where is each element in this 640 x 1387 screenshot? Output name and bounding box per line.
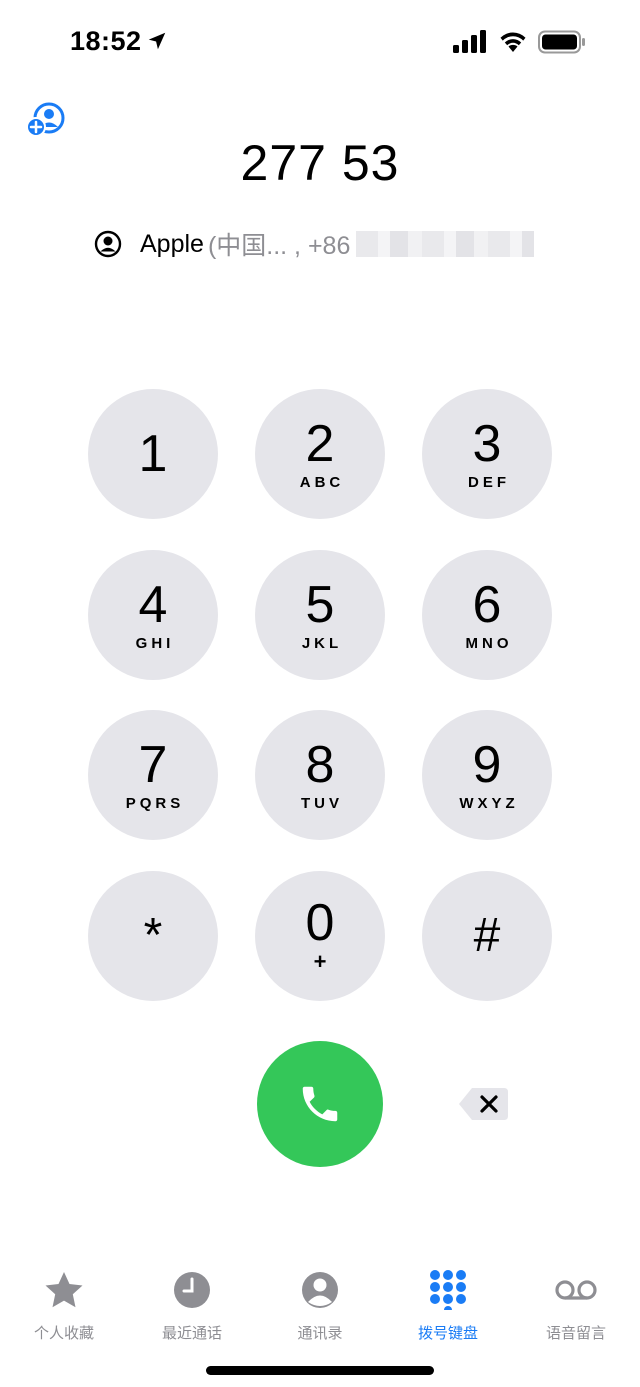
key-digit: 1: [138, 425, 168, 483]
tab-label: 个人收藏: [33, 1325, 94, 1342]
key-8[interactable]: 8 TUV: [255, 710, 385, 840]
key-letters: WXYZ: [459, 794, 519, 812]
key-digit: 0: [305, 894, 335, 952]
add-contact-icon[interactable]: [26, 102, 66, 138]
key-letters: PQRS: [125, 794, 185, 812]
person-circle-icon: [94, 230, 122, 258]
key-letters: +: [313, 949, 327, 974]
status-bar: 18:52: [0, 0, 640, 90]
dialed-number: 277 53: [240, 135, 400, 191]
location-arrow-icon: [148, 32, 166, 50]
keypad: 1 2 ABC 3 DEF 4 GHI 5 JKL 6 MNO 7 PQRS 8…: [88, 389, 552, 1001]
key-letters: GHI: [135, 634, 175, 652]
keypad-icon: [430, 1270, 466, 1310]
key-1[interactable]: 1: [88, 389, 218, 519]
key-digit: 4: [138, 575, 168, 634]
key-letters: JKL: [301, 634, 343, 652]
key-digit: *: [143, 909, 163, 962]
key-letters: MNO: [465, 634, 513, 652]
suggestion-name: Apple: [140, 229, 204, 258]
tab-label: 拨号键盘: [417, 1325, 478, 1342]
contact-suggestion[interactable]: Apple (中国... , +86: [94, 226, 535, 262]
voicemail-icon: [555, 1280, 597, 1300]
suggestion-detail: (中国... , +86: [207, 232, 351, 260]
tab-label: 最近通话: [161, 1325, 222, 1342]
key-digit: 6: [472, 575, 502, 634]
key-digit: 9: [472, 735, 502, 794]
key-letters: TUV: [301, 794, 343, 812]
wifi-icon: [500, 32, 526, 52]
key-letters: DEF: [468, 473, 510, 491]
battery-icon: [538, 30, 585, 54]
clock-icon: [174, 1272, 210, 1308]
key-digit: #: [473, 909, 501, 962]
tab-recents[interactable]: 最近通话: [128, 1270, 256, 1343]
key-0[interactable]: 0 +: [255, 871, 385, 1001]
delete-backspace-icon[interactable]: [458, 1086, 510, 1122]
redacted-number: [356, 231, 535, 257]
tab-favorites[interactable]: 个人收藏: [0, 1270, 128, 1343]
key-6[interactable]: 6 MNO: [422, 550, 552, 680]
key-2[interactable]: 2 ABC: [255, 389, 385, 519]
cellular-signal-icon: [453, 30, 486, 53]
key-9[interactable]: 9 WXYZ: [422, 710, 552, 840]
contacts-icon: [302, 1272, 338, 1308]
tab-keypad[interactable]: 拨号键盘: [384, 1270, 512, 1343]
key-digit: 3: [472, 414, 502, 473]
key-star[interactable]: *: [88, 871, 218, 1001]
key-letters: ABC: [299, 473, 345, 491]
status-time: 18:52: [70, 26, 142, 56]
tab-voicemail[interactable]: 语音留言: [512, 1270, 640, 1343]
phone-icon: [302, 1086, 338, 1122]
key-7[interactable]: 7 PQRS: [88, 710, 218, 840]
tab-label: 语音留言: [545, 1325, 606, 1342]
key-4[interactable]: 4 GHI: [88, 550, 218, 680]
home-indicator: [206, 1366, 434, 1375]
tab-contacts[interactable]: 通讯录: [256, 1270, 384, 1343]
key-digit: 5: [305, 575, 335, 634]
key-digit: 2: [305, 414, 335, 473]
key-digit: 8: [305, 735, 335, 794]
key-3[interactable]: 3 DEF: [422, 389, 552, 519]
star-icon: [45, 1272, 83, 1308]
key-digit: 7: [138, 735, 168, 794]
key-5[interactable]: 5 JKL: [255, 550, 385, 680]
call-button[interactable]: [257, 1041, 383, 1167]
tab-label: 通讯录: [297, 1325, 343, 1342]
tab-bar: 个人收藏 最近通话 通讯录 拨号键盘 语音留言: [0, 1262, 640, 1352]
key-hash[interactable]: #: [422, 871, 552, 1001]
